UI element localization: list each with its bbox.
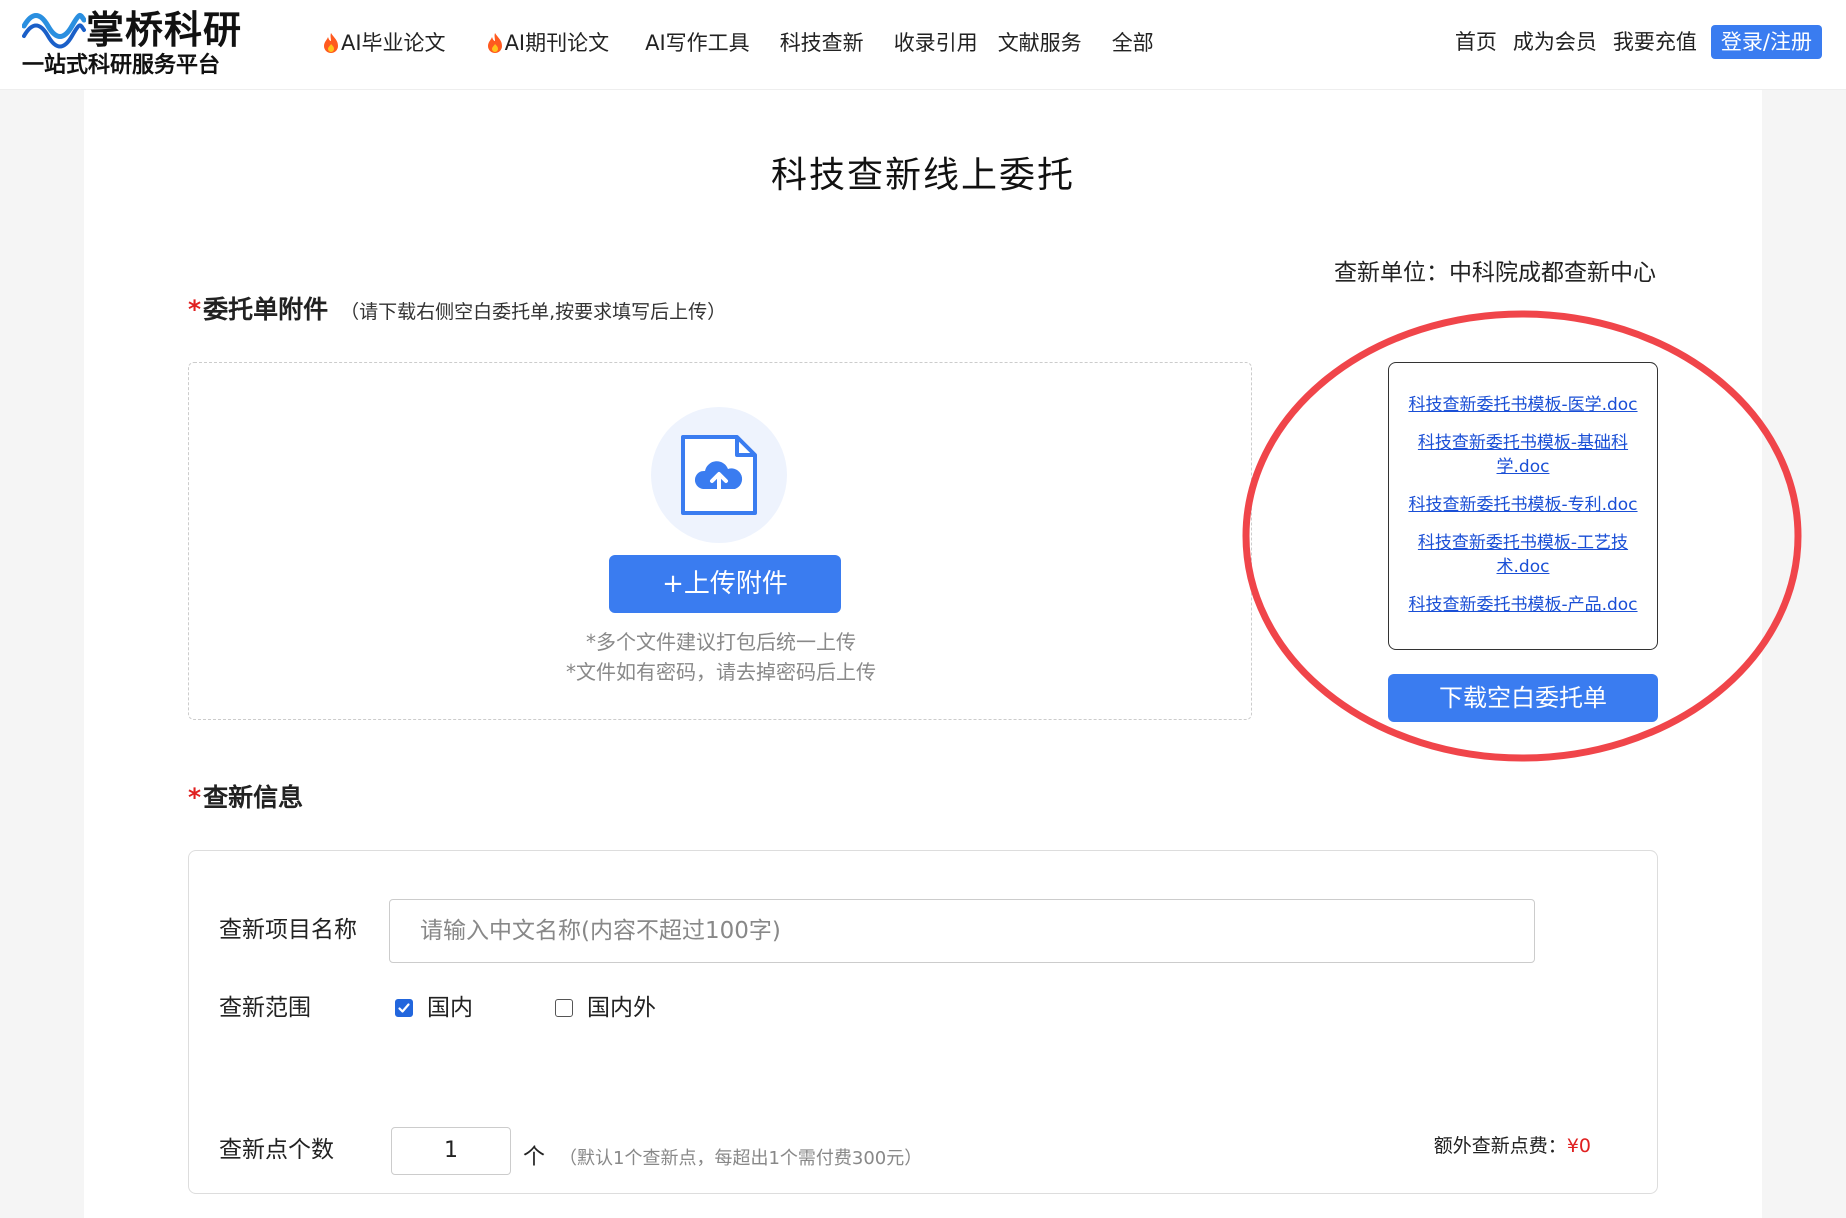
nav-item-citation[interactable]: 收录引用 (894, 26, 978, 60)
template-link-medicine[interactable]: 科技查新委托书模板-医学.doc (1398, 393, 1648, 417)
scope-option-label: 国内外 (587, 995, 656, 1021)
page-title: 科技查新线上委托 (770, 155, 1075, 196)
file-upload-icon (651, 407, 787, 543)
nav-label: 文献服务 (997, 31, 1082, 55)
scope-option-domestic-foreign[interactable]: 国内外 (555, 991, 656, 1025)
fire-icon (487, 33, 502, 53)
nav-label: AI写作工具 (645, 31, 750, 55)
site-logo[interactable]: 掌桥科研 一站式科研服务平台 (22, 6, 262, 84)
logo-wave-icon (22, 13, 86, 49)
project-name-input[interactable] (389, 899, 1535, 963)
template-link-product[interactable]: 科技查新委托书模板-产品.doc (1398, 593, 1648, 617)
main-panel: 科技查新线上委托 查新单位：中科院成都查新中心 *委托单附件 （请下载右侧空白委托… (84, 90, 1802, 1218)
point-count-input[interactable]: 1 (391, 1127, 511, 1175)
nav-label: 科技查新 (779, 31, 864, 55)
nav-label: AI期刊论文 (504, 31, 610, 55)
extra-fee-label: 额外查新点费： (1433, 1135, 1567, 1157)
upload-attachment-button[interactable]: +上传附件 (609, 555, 841, 613)
recharge-link[interactable]: 我要充值 (1613, 24, 1697, 60)
info-title: 查新信息 (203, 783, 304, 812)
info-form: 查新项目名称 查新范围 国内 国内外 查新点个数 1 个 （默认1个查新点，每超… (188, 850, 1658, 1194)
template-link-patent[interactable]: 科技查新委托书模板-专利.doc (1398, 493, 1648, 517)
logo-subtitle: 一站式科研服务平台 (22, 53, 221, 78)
user-nav: 首页 成为会员 我要充值 登录/注册 (1455, 24, 1822, 60)
extra-fee-value: ¥0 (1566, 1135, 1591, 1157)
main-nav: AI毕业论文 AI期刊论文 AI写作工具 科技查新 收录引用 文献服务 全部 (322, 26, 1154, 60)
nav-label: AI毕业论文 (341, 31, 446, 55)
search-unit-label: 查新单位：中科院成都查新中心 (1334, 260, 1656, 286)
attachment-note: （请下载右侧空白委托单,按要求填写后上传） (340, 301, 727, 323)
template-link-technology[interactable]: 科技查新委托书模板-工艺技术.doc (1408, 531, 1638, 579)
checkbox-checked-icon[interactable] (395, 999, 413, 1017)
top-header: 掌桥科研 一站式科研服务平台 AI毕业论文 AI期刊论文 AI写作工具 科技查新… (0, 0, 1846, 90)
nav-item-ai-thesis[interactable]: AI毕业论文 (322, 26, 446, 60)
attachment-section-title: *委托单附件 （请下载右侧空白委托单,按要求填写后上传） (188, 292, 726, 330)
info-section-title: *查新信息 (188, 780, 303, 816)
required-mark: * (188, 783, 202, 812)
nav-item-all[interactable]: 全部 (1112, 26, 1154, 60)
fire-icon (324, 33, 338, 53)
point-count-note: （默认1个查新点，每超出1个需付费300元） (559, 1148, 923, 1169)
upload-dropzone[interactable]: +上传附件 *多个文件建议打包后统一上传 *文件如有密码，请去掉密码后上传 (188, 362, 1252, 720)
download-blank-form-button[interactable]: 下载空白委托单 (1388, 674, 1658, 722)
upload-tip: *多个文件建议打包后统一上传 (586, 630, 856, 654)
nav-label: 收录引用 (893, 31, 978, 55)
scope-option-label: 国内 (427, 995, 473, 1021)
upload-tip: *文件如有密码，请去掉密码后上传 (566, 660, 876, 684)
point-count-unit: 个 (523, 1145, 546, 1170)
template-link-basic-science[interactable]: 科技查新委托书模板-基础科学.doc (1408, 431, 1638, 479)
nav-item-literature[interactable]: 文献服务 (998, 26, 1082, 60)
point-count-label: 查新点个数 (219, 1137, 334, 1163)
login-register-button[interactable]: 登录/注册 (1710, 25, 1822, 59)
nav-item-ai-tools[interactable]: AI写作工具 (645, 26, 750, 60)
home-link[interactable]: 首页 (1455, 24, 1497, 60)
checkbox-unchecked-icon[interactable] (555, 999, 573, 1017)
logo-title: 掌桥科研 (86, 8, 243, 52)
extra-fee: 额外查新点费：¥0 (1434, 1131, 1591, 1161)
membership-link[interactable]: 成为会员 (1513, 24, 1597, 60)
scope-option-domestic[interactable]: 国内 (395, 991, 473, 1025)
template-list: 科技查新委托书模板-医学.doc 科技查新委托书模板-基础科学.doc 科技查新… (1388, 362, 1658, 650)
project-name-label: 查新项目名称 (219, 917, 357, 943)
required-mark: * (188, 295, 202, 324)
attachment-title: 委托单附件 (203, 295, 329, 324)
nav-item-ai-journal[interactable]: AI期刊论文 (486, 26, 610, 60)
scope-label: 查新范围 (219, 995, 311, 1021)
nav-label: 全部 (1111, 31, 1154, 55)
nav-item-novelty-search[interactable]: 科技查新 (780, 26, 864, 60)
